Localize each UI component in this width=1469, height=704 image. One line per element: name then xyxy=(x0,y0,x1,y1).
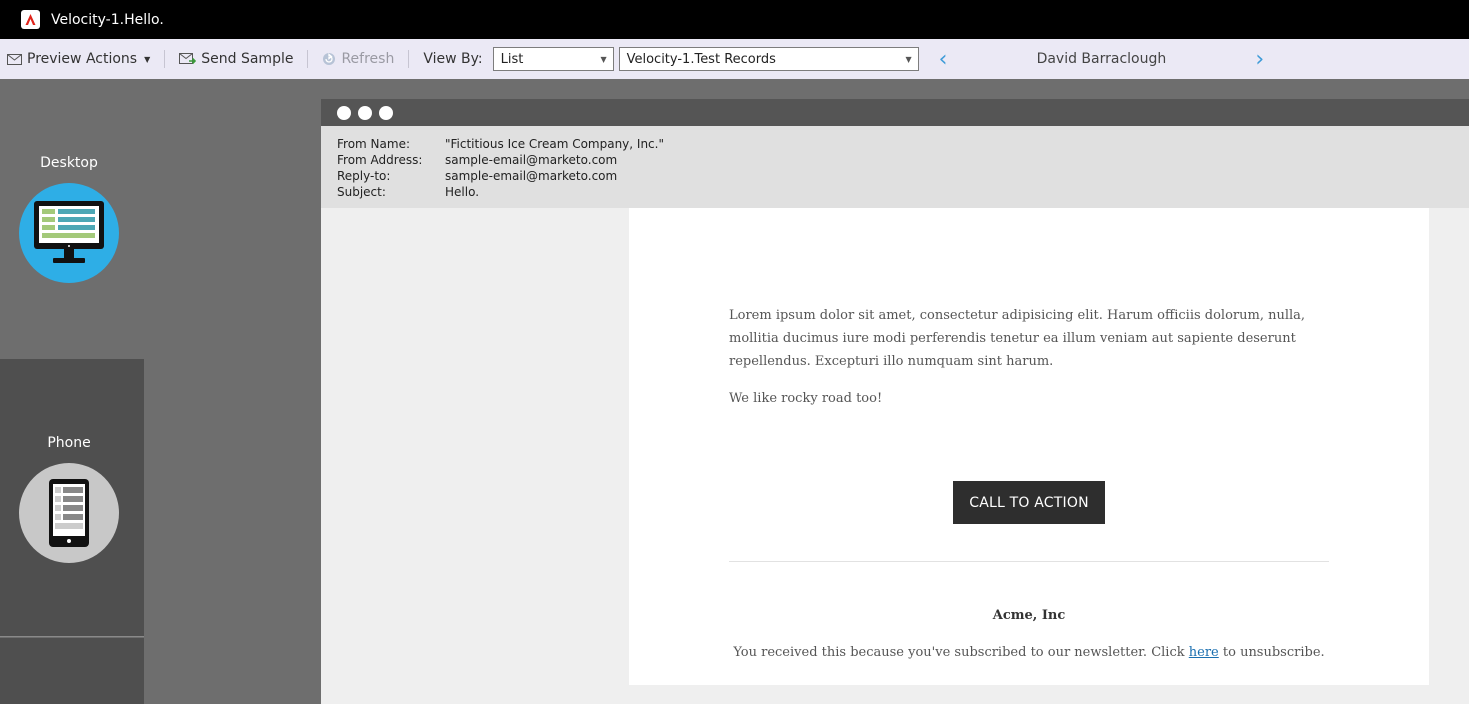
toolbar-divider xyxy=(408,50,410,68)
refresh-icon xyxy=(323,53,336,65)
window-dot-icon xyxy=(379,105,393,120)
refresh-label: Refresh xyxy=(341,51,395,67)
subject-row: Subject: Hello. xyxy=(337,184,1469,200)
refresh-button[interactable]: Refresh xyxy=(322,51,394,67)
device-panel-empty xyxy=(0,638,144,704)
desktop-label: Desktop xyxy=(40,155,98,171)
email-headers: From Name: "Fictitious Ice Cream Company… xyxy=(321,126,1469,208)
phone-icon xyxy=(19,463,119,563)
footer-text-after: to unsubscribe. xyxy=(1218,645,1325,660)
window-title: Velocity-1.Hello. xyxy=(51,11,164,28)
send-sample-label: Send Sample xyxy=(201,51,294,67)
from-name-row: From Name: "Fictitious Ice Cream Company… xyxy=(337,136,1469,152)
next-record-icon[interactable]: › xyxy=(1255,47,1264,72)
unsubscribe-link[interactable]: here xyxy=(1189,645,1219,660)
envelope-icon xyxy=(7,53,22,65)
phone-label: Phone xyxy=(47,435,91,451)
from-address-value: sample-email@marketo.com xyxy=(445,153,618,167)
view-by-select[interactable]: List ▼ xyxy=(492,47,614,71)
reply-to-row: Reply-to: sample-email@marketo.com xyxy=(337,168,1469,184)
record-list-select[interactable]: Velocity-1.Test Records ▼ xyxy=(618,47,919,71)
window-controls xyxy=(321,99,1469,126)
view-by-value: List xyxy=(500,51,524,67)
chevron-down-icon: ▼ xyxy=(600,54,607,64)
current-record-name: David Barraclough xyxy=(1036,51,1167,67)
from-name-label: From Name: xyxy=(337,137,410,151)
divider xyxy=(729,561,1329,562)
preview-actions-label: Preview Actions xyxy=(27,51,138,67)
send-mail-icon xyxy=(179,53,197,65)
from-address-label: From Address: xyxy=(337,153,423,167)
from-name-value: "Fictitious Ice Cream Company, Inc." xyxy=(445,137,664,151)
subject-value: Hello. xyxy=(445,185,480,199)
toolbar-divider xyxy=(164,50,166,68)
window-dot-icon xyxy=(358,105,372,120)
reply-to-label: Reply-to: xyxy=(337,169,391,183)
view-by-label: View By: xyxy=(423,51,483,67)
preview-actions-button[interactable]: Preview Actions ▼ xyxy=(7,51,150,67)
record-list-value: Velocity-1.Test Records xyxy=(626,51,776,67)
email-preview-window: From Name: "Fictitious Ice Cream Company… xyxy=(321,99,1469,704)
desktop-icon xyxy=(19,183,119,283)
toolbar-divider xyxy=(307,50,309,68)
chevron-down-icon: ▼ xyxy=(905,54,912,64)
email-body: Lorem ipsum dolor sit amet, consectetur … xyxy=(629,208,1429,685)
unsubscribe-footer: You received this because you've subscri… xyxy=(629,645,1429,660)
from-address-row: From Address: sample-email@marketo.com xyxy=(337,152,1469,168)
device-desktop[interactable]: Desktop xyxy=(0,79,144,359)
email-content: Lorem ipsum dolor sit amet, consectetur … xyxy=(729,304,1309,410)
dropdown-caret-icon: ▼ xyxy=(144,54,151,64)
device-phone[interactable]: Phone xyxy=(0,359,144,637)
toolbar: Preview Actions ▼ Send Sample Refresh Vi… xyxy=(0,39,1469,79)
window-dot-icon xyxy=(337,105,351,120)
footer-text-before: You received this because you've subscri… xyxy=(733,645,1189,660)
email-paragraph: Lorem ipsum dolor sit amet, consectetur … xyxy=(729,308,1306,369)
call-to-action-button[interactable]: CALL TO ACTION xyxy=(953,481,1105,524)
company-name: Acme, Inc xyxy=(992,608,1066,623)
email-paragraph: We like rocky road too! xyxy=(729,391,883,406)
title-bar: Velocity-1.Hello. xyxy=(0,0,1469,39)
send-sample-button[interactable]: Send Sample xyxy=(179,51,293,67)
subject-label: Subject: xyxy=(337,185,386,199)
adobe-logo-icon xyxy=(21,10,40,29)
previous-record-icon[interactable]: ‹ xyxy=(939,47,948,72)
reply-to-value: sample-email@marketo.com xyxy=(445,169,618,183)
device-selector: Desktop Phone xyxy=(0,79,144,704)
